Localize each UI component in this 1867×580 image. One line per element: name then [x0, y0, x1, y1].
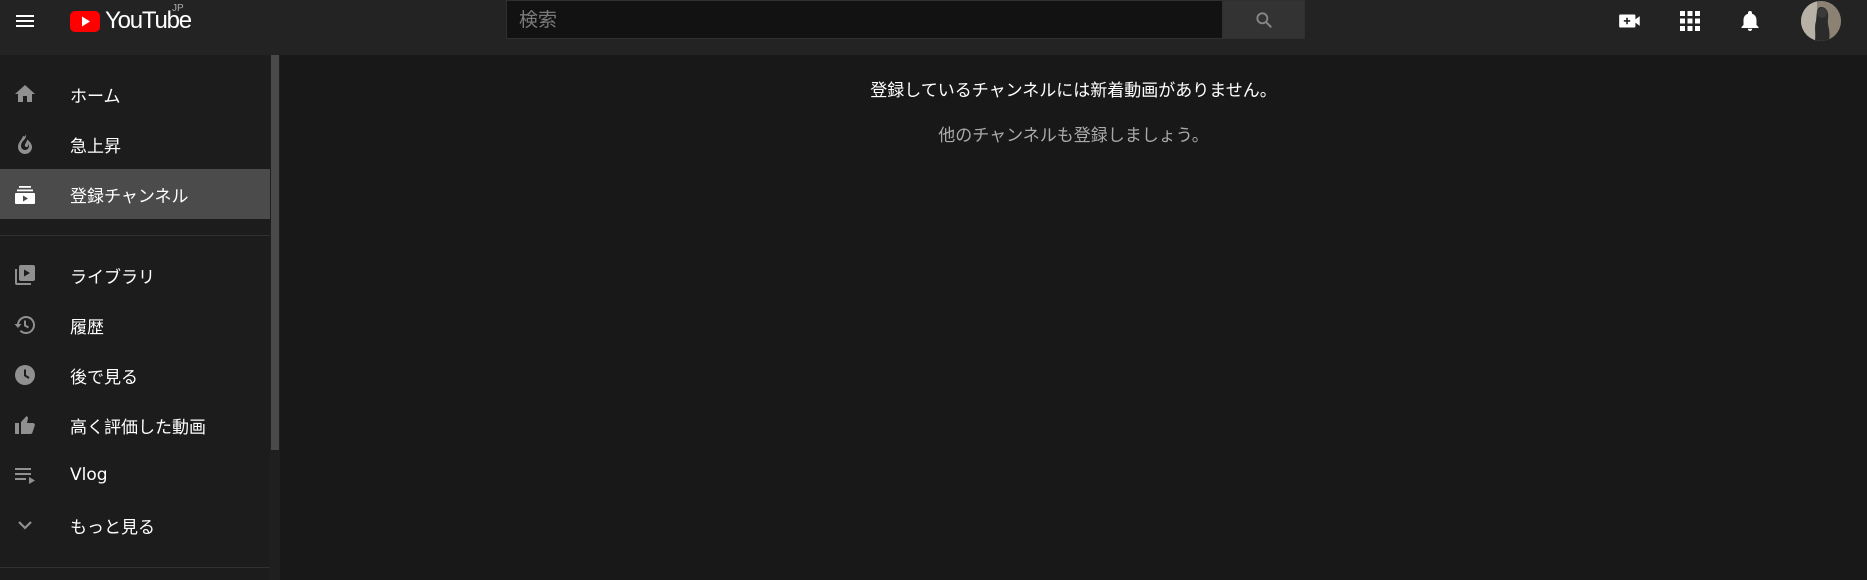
- library-icon: [12, 262, 38, 288]
- thumbs-up-icon: [12, 412, 38, 438]
- sidebar-item-label: 急上昇: [70, 136, 121, 157]
- search-box: [506, 0, 1223, 39]
- sidebar-item-label: 後で見る: [70, 367, 138, 388]
- sidebar-item-label: ホーム: [70, 86, 121, 107]
- sidebar-item-label: 高く評価した動画: [70, 417, 206, 438]
- scrollbar-thumb[interactable]: [271, 55, 279, 450]
- sidebar-item-label: Vlog: [70, 465, 108, 485]
- apps-grid-icon[interactable]: [1677, 8, 1703, 34]
- bell-icon[interactable]: [1737, 8, 1763, 34]
- region-code: JP: [172, 3, 184, 14]
- flame-icon: [12, 131, 38, 157]
- sidebar-item-label: ライブラリ: [70, 267, 155, 288]
- video-camera-add-icon[interactable]: [1617, 8, 1643, 34]
- empty-state-hint: 他のチャンネルも登録しましょう。: [938, 126, 1209, 146]
- sidebar-item-label: 登録チャンネル: [70, 186, 189, 207]
- sidebar-divider: [0, 567, 270, 568]
- sidebar-item-library[interactable]: ライブラリ: [0, 250, 270, 300]
- clock-icon: [12, 362, 38, 388]
- chevron-down-icon: [12, 512, 38, 538]
- sidebar-item-history[interactable]: 履歴: [0, 300, 270, 350]
- sidebar-item-home[interactable]: ホーム: [0, 69, 270, 119]
- sidebar-item-watch-later[interactable]: 後で見る: [0, 350, 270, 400]
- sidebar-scrollbar[interactable]: [270, 55, 280, 580]
- sidebar-item-label: 履歴: [70, 317, 104, 338]
- sidebar-item-subscriptions[interactable]: 登録チャンネル: [0, 169, 270, 219]
- home-icon: [12, 81, 38, 107]
- sidebar-item-trending[interactable]: 急上昇: [0, 119, 270, 169]
- sidebar-divider: [0, 235, 270, 236]
- play-logo-icon: [70, 10, 100, 32]
- search-icon: [1255, 11, 1272, 28]
- search-button[interactable]: [1223, 0, 1305, 39]
- main-content: 登録しているチャンネルには新着動画がありません。 他のチャンネルも登録しましょう…: [280, 55, 1867, 580]
- sidebar-item-show-more[interactable]: もっと見る: [0, 500, 270, 550]
- avatar[interactable]: [1801, 1, 1841, 41]
- sidebar-item-label: もっと見る: [70, 517, 155, 538]
- hamburger-icon[interactable]: [12, 8, 38, 34]
- sidebar-item-playlist-vlog[interactable]: Vlog: [0, 450, 270, 500]
- search-input[interactable]: [519, 1, 1210, 38]
- playlist-icon: [12, 462, 38, 488]
- sidebar-item-liked-videos[interactable]: 高く評価した動画: [0, 400, 270, 450]
- history-icon: [12, 312, 38, 338]
- masthead: YouTube JP: [0, 0, 1867, 55]
- subscriptions-icon: [12, 181, 38, 207]
- sidebar: ホーム 急上昇 登録チャンネル ライブラリ 履歴 後で見る 高く評価した動画 V…: [0, 55, 280, 580]
- empty-state-title: 登録しているチャンネルには新着動画がありません。: [870, 81, 1277, 101]
- youtube-logo[interactable]: YouTube JP: [70, 3, 192, 34]
